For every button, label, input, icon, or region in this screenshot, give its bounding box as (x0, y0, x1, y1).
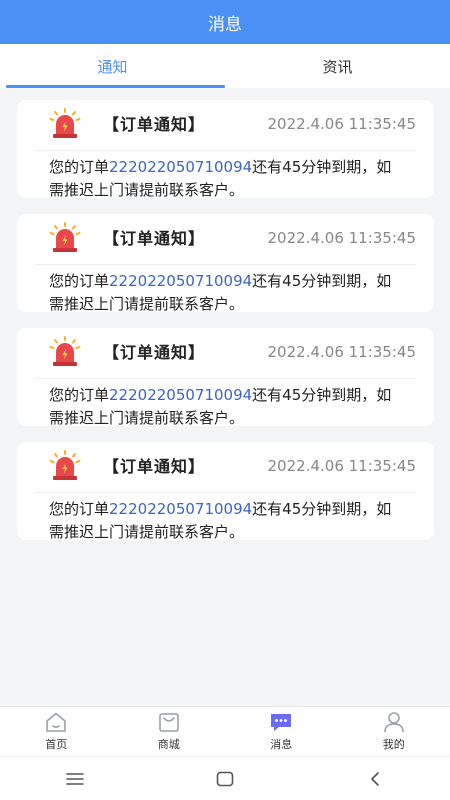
message-icon (271, 714, 292, 731)
card-header: 【订单通知】 2022.4.06 11:35:45 (17, 328, 434, 378)
alarm-light-icon (49, 222, 81, 252)
app-header: 消息 (0, 0, 450, 44)
notification-card[interactable]: 【订单通知】 2022.4.06 11:35:45 您的订单2220220507… (17, 100, 434, 199)
tab-label: 资讯 (322, 57, 353, 76)
alarm-light-icon (49, 336, 81, 366)
home-icon (46, 712, 67, 732)
notification-card[interactable]: 【订单通知】 2022.4.06 11:35:45 您的订单2220220507… (17, 214, 434, 313)
order-number-link[interactable]: 222022050710094 (109, 386, 252, 404)
tabbar-label: 消息 (270, 738, 293, 751)
notification-card[interactable]: 【订单通知】 2022.4.06 11:35:45 您的订单2220220507… (17, 442, 434, 541)
order-number-link[interactable]: 222022050710094 (109, 158, 252, 176)
tab-label: 通知 (97, 57, 128, 76)
menu-button[interactable] (55, 764, 95, 794)
tab-notifications[interactable]: 通知 (0, 44, 225, 88)
alarm-light-icon (49, 108, 81, 138)
order-number-link[interactable]: 222022050710094 (109, 272, 252, 290)
home-button[interactable] (205, 764, 245, 794)
order-number-link[interactable]: 222022050710094 (109, 500, 252, 518)
card-header: 【订单通知】 2022.4.06 11:35:45 (17, 442, 434, 492)
notification-body: 您的订单222022050710094还有45分钟到期，如需推迟上门请提前联系客… (49, 498, 399, 544)
body-text: 您的订单 (49, 158, 110, 176)
tabbar-item-profile[interactable]: 我的 (338, 707, 450, 756)
notification-body: 您的订单222022050710094还有45分钟到期，如需推迟上门请提前联系客… (49, 384, 399, 430)
notification-time: 2022.4.06 11:35:45 (267, 457, 416, 475)
system-navigation-bar (0, 756, 450, 800)
divider (35, 378, 416, 379)
card-header: 【订单通知】 2022.4.06 11:35:45 (17, 100, 434, 150)
tabbar-item-messages[interactable]: 消息 (225, 707, 338, 756)
notification-time: 2022.4.06 11:35:45 (267, 229, 416, 247)
divider (35, 150, 416, 151)
notification-time: 2022.4.06 11:35:45 (267, 343, 416, 361)
tabbar-label: 首页 (45, 738, 68, 751)
notification-card[interactable]: 【订单通知】 2022.4.06 11:35:45 您的订单2220220507… (17, 328, 434, 427)
notification-title: 【订单通知】 (103, 457, 206, 476)
notification-title: 【订单通知】 (103, 229, 206, 248)
body-text: 您的订单 (49, 386, 110, 404)
tabbar-label: 商城 (157, 738, 180, 751)
notification-time: 2022.4.06 11:35:45 (267, 115, 416, 133)
notification-title: 【订单通知】 (103, 115, 206, 134)
back-icon (371, 771, 379, 786)
page-title: 消息 (208, 14, 242, 35)
card-header: 【订单通知】 2022.4.06 11:35:45 (17, 214, 434, 264)
tabbar-label: 我的 (382, 738, 405, 751)
divider (35, 264, 416, 265)
divider (35, 492, 416, 493)
tab-news[interactable]: 资讯 (225, 44, 450, 88)
notification-body: 您的订单222022050710094还有45分钟到期，如需推迟上门请提前联系客… (49, 156, 399, 202)
tabbar-item-shop[interactable]: 商城 (113, 707, 226, 756)
menu-icon (66, 772, 84, 785)
tab-bar: 通知 资讯 (0, 44, 450, 88)
tabbar-item-home[interactable]: 首页 (0, 707, 113, 756)
square-icon (216, 771, 234, 786)
body-text: 您的订单 (49, 272, 110, 290)
body-text: 您的订单 (49, 500, 110, 518)
shop-icon (158, 713, 179, 732)
alarm-light-icon (49, 450, 81, 480)
user-icon (383, 712, 404, 733)
notification-body: 您的订单222022050710094还有45分钟到期，如需推迟上门请提前联系客… (49, 270, 399, 316)
bottom-tab-bar: 首页 商城 消息 我的 (0, 706, 450, 756)
back-button[interactable] (355, 764, 395, 794)
notification-title: 【订单通知】 (103, 343, 206, 362)
